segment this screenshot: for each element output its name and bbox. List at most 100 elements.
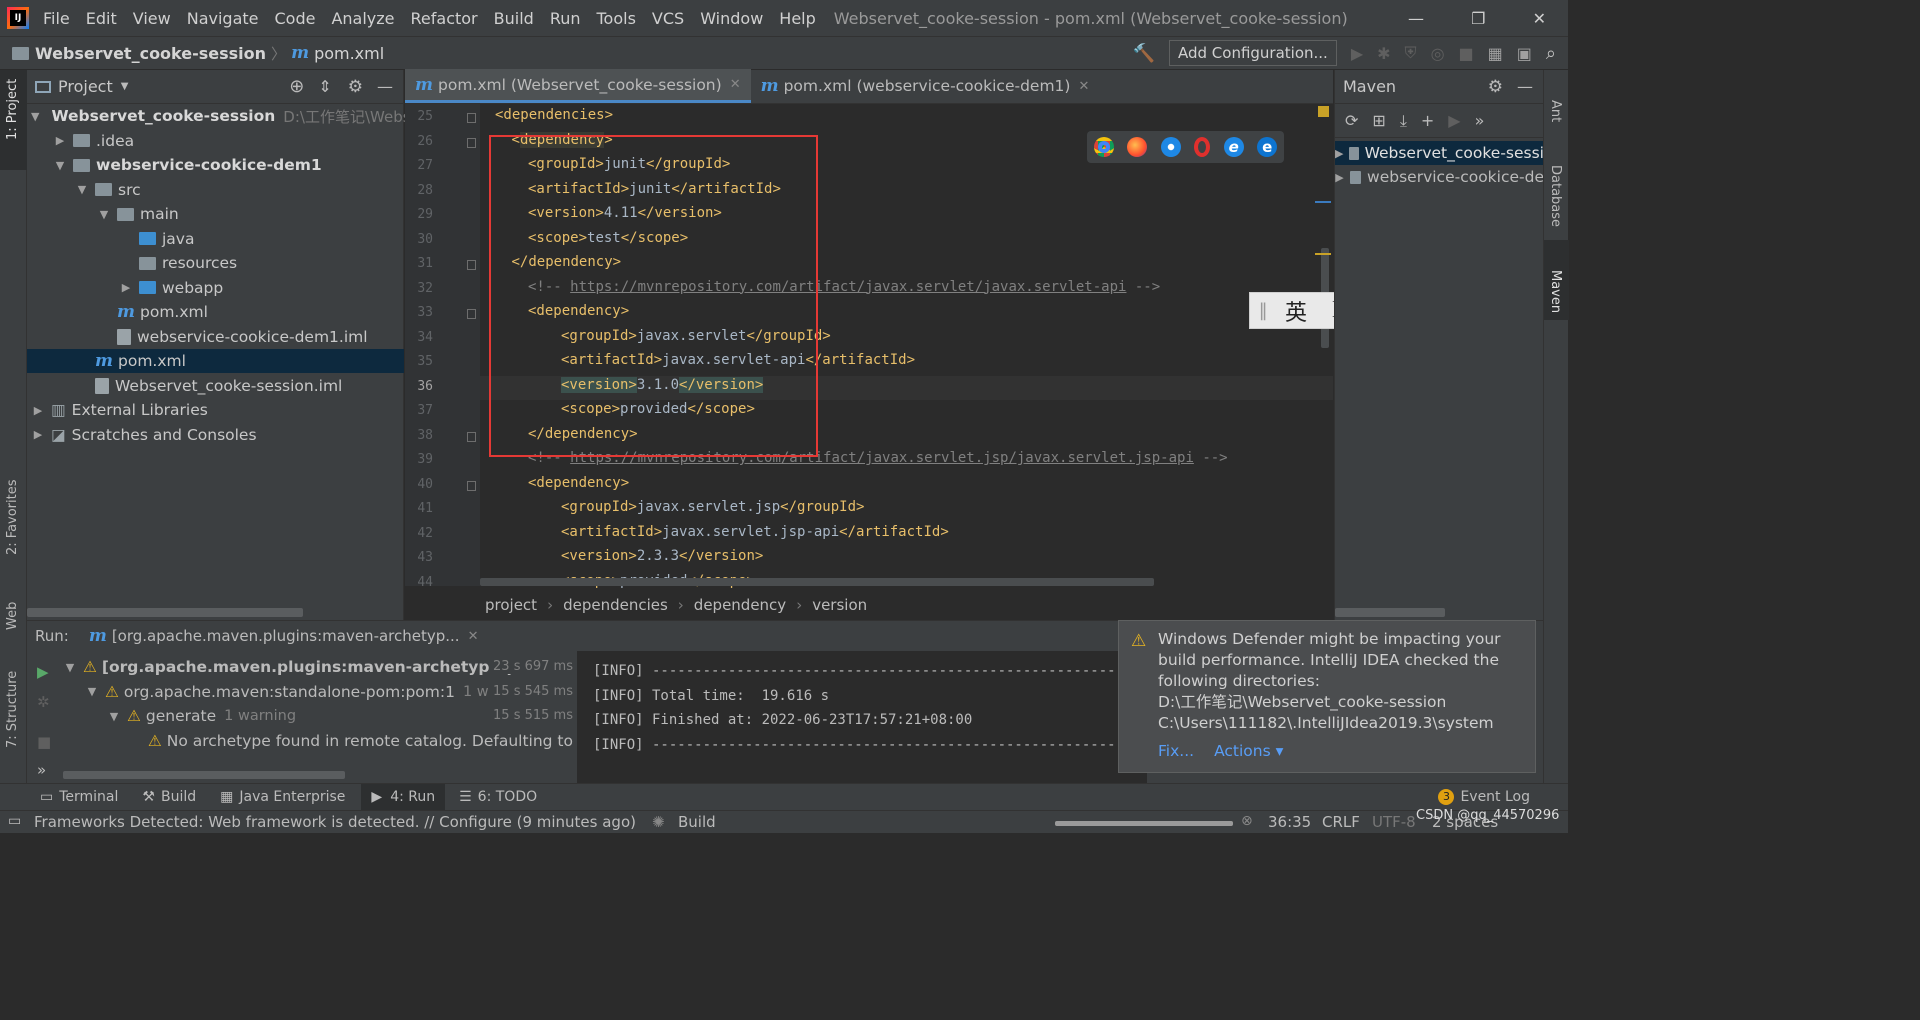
editor-h-scrollbar[interactable] [480, 578, 1154, 586]
toggle-view-icon[interactable]: ✲ [37, 693, 50, 711]
project-panel-title[interactable]: Project [58, 77, 113, 96]
menu-window[interactable]: Window [692, 9, 771, 28]
collapse-arrow-icon[interactable]: ▼ [107, 710, 121, 723]
horizontal-scrollbar[interactable] [27, 608, 303, 617]
expand-arrow-icon[interactable]: ▶ [53, 134, 67, 147]
menu-file[interactable]: File [35, 9, 78, 28]
maven-hide-icon[interactable]: — [1517, 77, 1533, 96]
close-run-tab-icon[interactable]: ✕ [468, 629, 479, 644]
background-task[interactable]: Build [678, 813, 716, 831]
maven-settings-icon[interactable]: ⚙ [1488, 77, 1503, 97]
add-configuration-button[interactable]: Add Configuration... [1168, 40, 1337, 66]
rerun-icon[interactable]: ▶ [37, 663, 49, 681]
run-tab[interactable]: [org.apache.maven.plugins:maven-archetyp… [112, 627, 460, 645]
safari-icon[interactable] [1160, 137, 1181, 157]
fold-marker-icon[interactable] [467, 480, 476, 491]
settings-gear-icon[interactable]: ⚙ [348, 77, 363, 97]
maven-h-scrollbar[interactable] [1335, 608, 1445, 617]
menu-refactor[interactable]: Refactor [403, 9, 486, 28]
tool-tab-maven[interactable]: Maven [1548, 270, 1563, 313]
project-structure-icon[interactable]: ▦ [1488, 44, 1503, 63]
opera-icon[interactable] [1194, 137, 1211, 157]
minimize-icon[interactable]: — [1408, 9, 1424, 28]
menu-tools[interactable]: Tools [589, 9, 644, 28]
stop-run-icon[interactable]: ■ [37, 733, 51, 751]
tree-item[interactable]: m pom.xml [27, 300, 404, 324]
editor-breadcrumb-item[interactable]: version [812, 596, 867, 614]
stop-icon[interactable]: ■ [1459, 44, 1474, 63]
tab-pom-session[interactable]: m pom.xml (Webservet_cooke-session) ✕ [405, 69, 751, 103]
tree-item[interactable]: webservice-cookice-dem1.iml [27, 325, 404, 349]
profile-icon[interactable]: ◎ [1431, 44, 1445, 63]
locate-icon[interactable]: ⊕ [289, 76, 304, 97]
collapse-arrow-icon[interactable]: ▼ [75, 183, 89, 196]
menu-help[interactable]: Help [771, 9, 823, 28]
tool-tab-favorites[interactable]: 2: Favorites [5, 479, 20, 555]
editor-breadcrumb-item[interactable]: dependency [694, 596, 786, 614]
expand-arrow-icon[interactable]: ▶ [1335, 171, 1344, 184]
expand-arrow-icon[interactable]: ▶ [119, 281, 133, 294]
editor-breadcrumb-item[interactable]: dependencies [563, 596, 668, 614]
file-encoding[interactable]: UTF-8 [1372, 813, 1416, 831]
tool-tab-database[interactable]: Database [1548, 165, 1563, 227]
restore-icon[interactable]: ❐ [1471, 9, 1485, 28]
menu-vcs[interactable]: VCS [644, 9, 692, 28]
maven-item[interactable]: ▶ Webservet_cooke-sessi [1335, 141, 1544, 165]
coverage-icon[interactable]: ⛨ [1405, 43, 1417, 63]
cancel-task-icon[interactable]: ⊗ [1241, 813, 1253, 829]
tree-item[interactable]: java [27, 227, 404, 251]
editor-breadcrumb-item[interactable]: project [485, 596, 537, 614]
event-log-button[interactable]: 3 Event Log [1438, 789, 1530, 805]
download-icon[interactable]: ⤓ [1400, 111, 1407, 131]
build-hammer-icon[interactable]: 🔨 [1133, 43, 1155, 64]
close-tab-icon[interactable]: ✕ [730, 77, 741, 92]
search-everywhere-icon[interactable]: ⌕ [1546, 43, 1556, 64]
dropdown-arrow-icon[interactable]: ▼ [121, 81, 129, 92]
debug-icon[interactable]: ✱ [1377, 44, 1390, 63]
fold-marker-icon[interactable] [467, 260, 476, 270]
tool-tab-project[interactable]: 1: Project [5, 79, 20, 140]
menu-navigate[interactable]: Navigate [179, 9, 267, 28]
actions-link[interactable]: Actions ▾ [1214, 742, 1283, 760]
edge-icon[interactable]: e [1257, 137, 1278, 157]
expand-arrow-icon[interactable]: ▶ [31, 404, 45, 417]
expand-arrow-icon[interactable]: ▶ [31, 428, 45, 441]
breadcrumb-project[interactable]: Webservet_cooke-session [35, 44, 266, 63]
bottom-tab-run[interactable]: ▶ 4: Run [361, 784, 446, 810]
tree-item[interactable]: ▶ .idea [27, 129, 404, 153]
menu-build[interactable]: Build [486, 9, 542, 28]
tree-item[interactable]: ▼ Webservet_cooke-session D:\工作笔记\Webse [27, 104, 420, 128]
toggle-tool-windows-icon[interactable]: ▭ [8, 813, 21, 829]
tree-item[interactable]: Webservet_cooke-session.iml [27, 374, 404, 398]
run-tree-scrollbar[interactable] [63, 771, 345, 779]
hide-panel-icon[interactable]: — [377, 77, 393, 96]
fold-marker-icon[interactable] [467, 309, 476, 319]
tree-item[interactable]: ▶ webapp [27, 276, 404, 300]
run-tree-item[interactable]: ⚠ No archetype found in remote catalog. D… [63, 729, 573, 753]
menu-code[interactable]: Code [267, 9, 324, 28]
chrome-icon[interactable] [1093, 137, 1114, 157]
tree-item[interactable]: ▼ main [27, 202, 404, 226]
expand-arrow-icon[interactable]: ▶ [1335, 147, 1343, 160]
tree-item[interactable]: ▶ ▥ External Libraries [27, 398, 404, 422]
bottom-tab-build[interactable]: ⚒ Build [142, 789, 196, 805]
collapse-all-icon[interactable]: ⇕ [318, 77, 331, 96]
menu-run[interactable]: Run [542, 9, 589, 28]
menu-analyze[interactable]: Analyze [323, 9, 402, 28]
breadcrumb-file[interactable]: pom.xml [314, 44, 384, 63]
console-output[interactable]: [INFO] ---------------------------------… [577, 651, 1259, 784]
tree-item[interactable]: resources [27, 251, 404, 275]
fold-marker-icon[interactable] [467, 113, 476, 123]
fold-marker-icon[interactable] [467, 137, 476, 148]
terminal-window-icon[interactable]: ▣ [1517, 44, 1532, 63]
more-icon[interactable]: » [1475, 111, 1485, 130]
internet-explorer-icon[interactable]: e [1223, 137, 1244, 157]
generate-sources-icon[interactable]: ⊞ [1372, 111, 1385, 130]
caret-position[interactable]: 36:35 [1268, 813, 1311, 831]
bottom-tab-terminal[interactable]: ▭ Terminal [40, 789, 118, 805]
run-maven-icon[interactable]: ▶ [1448, 111, 1460, 130]
reload-icon[interactable]: ⟳ [1345, 111, 1358, 130]
tab-pom-dem1[interactable]: m pom.xml (webservice-cookice-dem1) ✕ [751, 69, 1100, 103]
firefox-icon[interactable] [1127, 137, 1148, 157]
collapse-arrow-icon[interactable]: ▼ [63, 661, 77, 674]
